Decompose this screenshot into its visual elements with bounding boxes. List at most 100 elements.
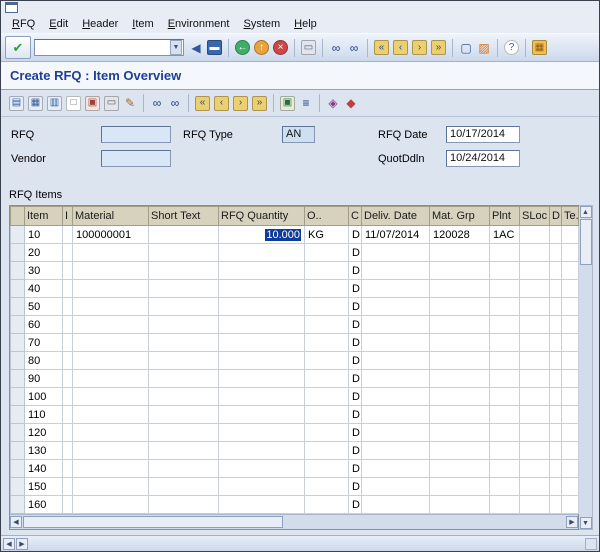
create-item-icon[interactable]: □ [66,96,81,111]
cell-sloc[interactable] [520,316,550,334]
cell-short_text[interactable] [149,244,219,262]
cell-plnt[interactable] [490,388,520,406]
column-header[interactable]: Mat. Grp [430,207,490,226]
cell-i[interactable] [63,370,73,388]
cell-deliv_date[interactable] [362,244,430,262]
cell-plnt[interactable] [490,478,520,496]
cell-i[interactable] [63,388,73,406]
cell-short_text[interactable] [149,442,219,460]
cell-deliv_date[interactable] [362,460,430,478]
previous-item-icon[interactable]: ‹ [214,96,229,111]
row-selector[interactable] [11,262,25,280]
cell-short_text[interactable] [149,478,219,496]
window-scroll-left-icon[interactable]: ◀ [3,538,15,550]
cell-unit[interactable] [305,262,349,280]
cell-qty[interactable] [219,334,305,352]
cell-qty[interactable] [219,388,305,406]
cell-mat_grp[interactable] [430,406,490,424]
menu-item-system[interactable]: System [236,16,287,32]
first-item-icon[interactable]: « [195,96,210,111]
cell-qty[interactable]: 10.000 [219,226,305,244]
command-input[interactable] [36,40,170,55]
cell-d[interactable] [550,244,562,262]
column-header[interactable]: Material [73,207,149,226]
rfq-field[interactable] [101,126,171,143]
first-page-icon[interactable]: « [374,40,389,55]
cell-d[interactable] [550,298,562,316]
cell-plnt[interactable] [490,424,520,442]
cell-sloc[interactable] [520,262,550,280]
command-dropdown-icon[interactable]: ▼ [170,40,182,55]
delete-item-icon[interactable]: ▣ [85,96,100,111]
cell-i[interactable] [63,406,73,424]
cell-deliv_date[interactable] [362,478,430,496]
cell-deliv_date[interactable] [362,280,430,298]
cell-te[interactable] [562,388,579,406]
row-selector[interactable] [11,406,25,424]
cell-mat_grp[interactable] [430,424,490,442]
previous-page-icon[interactable]: ‹ [393,40,408,55]
cell-te[interactable] [562,226,579,244]
cell-deliv_date[interactable] [362,370,430,388]
cell-item[interactable]: 60 [25,316,63,334]
cell-unit[interactable] [305,478,349,496]
row-selector[interactable] [11,460,25,478]
cell-material[interactable] [73,424,149,442]
cell-i[interactable] [63,262,73,280]
row-selector[interactable] [11,478,25,496]
cell-sloc[interactable] [520,478,550,496]
vertical-scroll-thumb[interactable] [580,219,592,265]
cell-material[interactable] [73,478,149,496]
cell-d[interactable] [550,352,562,370]
cancel-icon[interactable]: × [273,40,288,55]
cell-short_text[interactable] [149,334,219,352]
new-session-icon[interactable]: ▢ [457,39,475,57]
cell-mat_grp[interactable]: 120028 [430,226,490,244]
cell-deliv_date[interactable]: 11/07/2014 [362,226,430,244]
cell-material[interactable] [73,352,149,370]
cell-unit[interactable] [305,460,349,478]
select-all-header[interactable] [11,207,25,226]
cell-plnt[interactable] [490,298,520,316]
cell-i[interactable] [63,316,73,334]
find-next-icon[interactable]: ∞ [345,39,363,57]
item-details-icon[interactable]: ▦ [28,96,43,111]
column-header[interactable]: Plnt [490,207,520,226]
cell-te[interactable] [562,244,579,262]
cell-d[interactable] [550,424,562,442]
vendor-field[interactable] [101,150,171,167]
cell-item[interactable]: 80 [25,352,63,370]
last-item-icon[interactable]: » [252,96,267,111]
cell-item[interactable]: 70 [25,334,63,352]
column-header[interactable]: O.. [305,207,349,226]
cell-item[interactable]: 90 [25,370,63,388]
cell-unit[interactable] [305,496,349,514]
cell-sloc[interactable] [520,442,550,460]
cell-plnt[interactable] [490,262,520,280]
scroll-down-icon[interactable]: ▼ [580,517,592,529]
cell-c[interactable]: D [349,334,362,352]
continue-button[interactable]: ✔ [5,36,31,59]
column-header[interactable]: Deliv. Date [362,207,430,226]
cell-plnt[interactable] [490,406,520,424]
cell-sloc[interactable] [520,244,550,262]
cell-c[interactable]: D [349,352,362,370]
cell-material[interactable] [73,442,149,460]
cell-short_text[interactable] [149,460,219,478]
cell-d[interactable] [550,460,562,478]
cell-qty[interactable] [219,460,305,478]
cell-c[interactable]: D [349,316,362,334]
cell-deliv_date[interactable] [362,262,430,280]
cell-mat_grp[interactable] [430,460,490,478]
cell-short_text[interactable] [149,370,219,388]
vertical-scrollbar[interactable]: ▲ ▼ [579,205,593,530]
cell-item[interactable]: 20 [25,244,63,262]
column-header[interactable]: SLoc [520,207,550,226]
cell-plnt[interactable] [490,334,520,352]
enter-icon[interactable]: ◀ [187,39,205,57]
cell-unit[interactable]: KG [305,226,349,244]
delivery-truck-icon[interactable]: ▣ [280,96,295,111]
column-header[interactable]: Item [25,207,63,226]
cell-unit[interactable] [305,298,349,316]
cell-material[interactable] [73,334,149,352]
